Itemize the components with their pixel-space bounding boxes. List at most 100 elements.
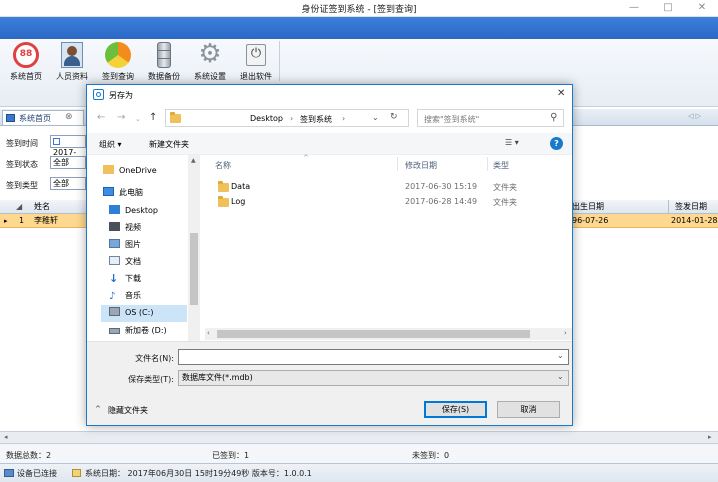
help-icon[interactable]: ? [550, 137, 563, 150]
window-title: 身份证签到系统 - [签到查询] [301, 5, 417, 15]
file-scroll-left-icon[interactable]: ‹ [207, 329, 210, 337]
window-icon [6, 114, 15, 122]
maximize-button[interactable]: □ [656, 1, 680, 15]
checkin-type-select[interactable]: 全部 [50, 177, 86, 190]
address-bar[interactable]: Desktop › 签到系统 › ⌄ ↻ [165, 109, 409, 127]
file-scroll-right-icon[interactable]: › [564, 329, 567, 337]
drive-c-icon [109, 307, 120, 316]
checkin-state-label: 签到状态 [6, 160, 38, 169]
list-item-log[interactable]: Log 2017-06-28 14:49 文件夹 [205, 194, 555, 210]
home-88-icon: 88 [13, 42, 39, 68]
save-button[interactable]: 保存(S) [424, 401, 487, 418]
new-folder-button[interactable]: 新建文件夹 [149, 139, 189, 150]
breadcrumb-desktop[interactable]: Desktop [250, 114, 283, 123]
checkbox[interactable] [53, 138, 60, 145]
filename-dropdown-icon[interactable]: ⌄ [557, 351, 564, 360]
dialog-title-bar: 另存为 ✕ [87, 85, 572, 105]
device-icon [4, 469, 14, 477]
gear-icon: ⚙ [198, 39, 222, 69]
nav-drive-c[interactable]: OS (C:) [109, 305, 153, 321]
document-icon [109, 256, 120, 265]
close-window-button[interactable]: ✕ [690, 1, 714, 15]
navigation-pane: OneDrive 此电脑 Desktop 视频 图片 文档 ↓ 下载 ♪ 音乐 OS… [87, 155, 200, 341]
toolbar-home-button[interactable]: 88 系统首页 [3, 42, 49, 82]
checkin-time-label: 签到时间 [6, 139, 38, 148]
toolbar-backup-button[interactable]: 数据备份 [141, 42, 187, 82]
toolbar-person-button[interactable]: 人员资料 [49, 42, 95, 82]
hide-folders-chevron-icon[interactable]: ^ [95, 405, 101, 413]
ribbon-bar [0, 17, 718, 39]
filename-label: 文件名(N): [135, 354, 174, 363]
breadcrumb-folder[interactable]: 签到系统 [300, 114, 332, 125]
minimize-button[interactable]: — [622, 1, 646, 15]
save-options-pane: 文件名(N): ⌄ 保存类型(T): 数据库文件(*.mdb) ⌄ ^ 隐藏文件… [87, 341, 572, 425]
nav-documents[interactable]: 文档 [109, 254, 141, 270]
desktop-icon [109, 205, 120, 214]
search-icon[interactable]: ⚲ [550, 112, 557, 123]
nav-scroll-up-icon[interactable]: ▲ [191, 157, 196, 164]
checkin-type-label: 签到类型 [6, 181, 38, 190]
checked-count: 已签到：1 [212, 451, 250, 460]
scroll-right-icon[interactable]: ▸ [708, 433, 712, 441]
search-box[interactable]: 搜索"签到系统" ⚲ [417, 109, 564, 127]
nav-desktop[interactable]: Desktop [109, 203, 158, 219]
tab-home-label: 系统首页 [19, 114, 51, 123]
filetype-dropdown-icon[interactable]: ⌄ [557, 372, 564, 381]
column-header-issue[interactable]: 签发日期 [675, 200, 707, 214]
back-icon[interactable]: ← [97, 112, 105, 123]
address-dropdown-icon[interactable]: ⌄ [372, 113, 379, 122]
toolbar-exit-button[interactable]: ⏻ 退出软件 [233, 42, 279, 82]
folder-icon [218, 181, 229, 192]
column-date[interactable]: 修改日期 [405, 160, 437, 171]
nav-pictures[interactable]: 图片 [109, 237, 141, 253]
grid-horizontal-scrollbar[interactable]: ◂ ▸ [0, 431, 718, 443]
music-icon: ♪ [109, 291, 116, 302]
dialog-app-icon [93, 89, 104, 100]
power-icon: ⏻ [243, 42, 269, 68]
checkin-time-field[interactable]: 2017- [50, 135, 86, 157]
nav-music[interactable]: ♪ 音乐 [109, 288, 141, 304]
filename-input[interactable] [178, 349, 569, 365]
nav-onedrive[interactable]: OneDrive [103, 163, 157, 179]
nav-this-pc[interactable]: 此电脑 [103, 185, 143, 201]
window-title-bar: 身份证签到系统 - [签到查询] — □ ✕ [0, 0, 718, 17]
tab-scroll-arrows[interactable]: ◁ ▷ [688, 112, 701, 120]
column-header-birth[interactable]: 出生日期 [572, 200, 604, 214]
filetype-label: 保存类型(T): [128, 375, 174, 384]
column-name[interactable]: 名称 [215, 160, 231, 171]
dialog-title: 另存为 [109, 91, 133, 100]
command-bar: 组织 ▾ 新建文件夹 ☰ ▾ ? [87, 133, 572, 155]
scroll-left-icon[interactable]: ◂ [4, 433, 8, 441]
toolbar-separator [279, 41, 280, 81]
forward-icon[interactable]: → [117, 112, 125, 123]
view-options-button[interactable]: ☰ ▾ [505, 138, 519, 147]
toolbar-query-button[interactable]: 签到查询 [95, 42, 141, 82]
list-item-data[interactable]: Data 2017-06-30 15:19 文件夹 [205, 179, 555, 195]
toolbar-settings-button[interactable]: ⚙ 系统设置 [187, 39, 233, 82]
cancel-button[interactable]: 取消 [497, 401, 560, 418]
nav-drive-d[interactable]: 新加卷 (D:) [109, 323, 167, 339]
nav-scroll-thumb[interactable] [190, 233, 198, 305]
grid-corner: ◢ [16, 202, 23, 211]
nav-downloads[interactable]: ↓ 下载 [109, 271, 141, 287]
up-icon[interactable]: ↑ [149, 112, 157, 123]
recent-chevron-icon[interactable]: ⌄ [135, 115, 141, 123]
breadcrumb-separator-end: › [342, 114, 346, 123]
file-scroll-thumb[interactable] [217, 330, 530, 338]
checkin-state-select[interactable]: 全部 [50, 156, 86, 169]
row-issue: 2014-01-28 [671, 216, 718, 225]
organize-button[interactable]: 组织 ▾ [99, 139, 122, 150]
refresh-icon[interactable]: ↻ [390, 112, 398, 122]
tab-close-icon[interactable]: ⊗ [65, 112, 73, 122]
hide-folders-toggle[interactable]: 隐藏文件夹 [108, 405, 148, 416]
nav-videos[interactable]: 视频 [109, 220, 141, 236]
filetype-select[interactable]: 数据库文件(*.mdb) [178, 370, 569, 386]
column-type[interactable]: 类型 [493, 160, 509, 171]
column-header-name[interactable]: 姓名 [34, 200, 50, 214]
folder-icon [170, 112, 181, 123]
system-date: 系统日期： 2017年06月30日 15时19分49秒 版本号：1.0.0.1 [85, 469, 312, 478]
dialog-close-button[interactable]: ✕ [557, 88, 565, 99]
file-list-header: 名称 ^ 修改日期 类型 [205, 154, 572, 173]
tab-home[interactable]: 系统首页 ⊗ [2, 110, 84, 125]
breadcrumb-separator: › [290, 114, 294, 123]
